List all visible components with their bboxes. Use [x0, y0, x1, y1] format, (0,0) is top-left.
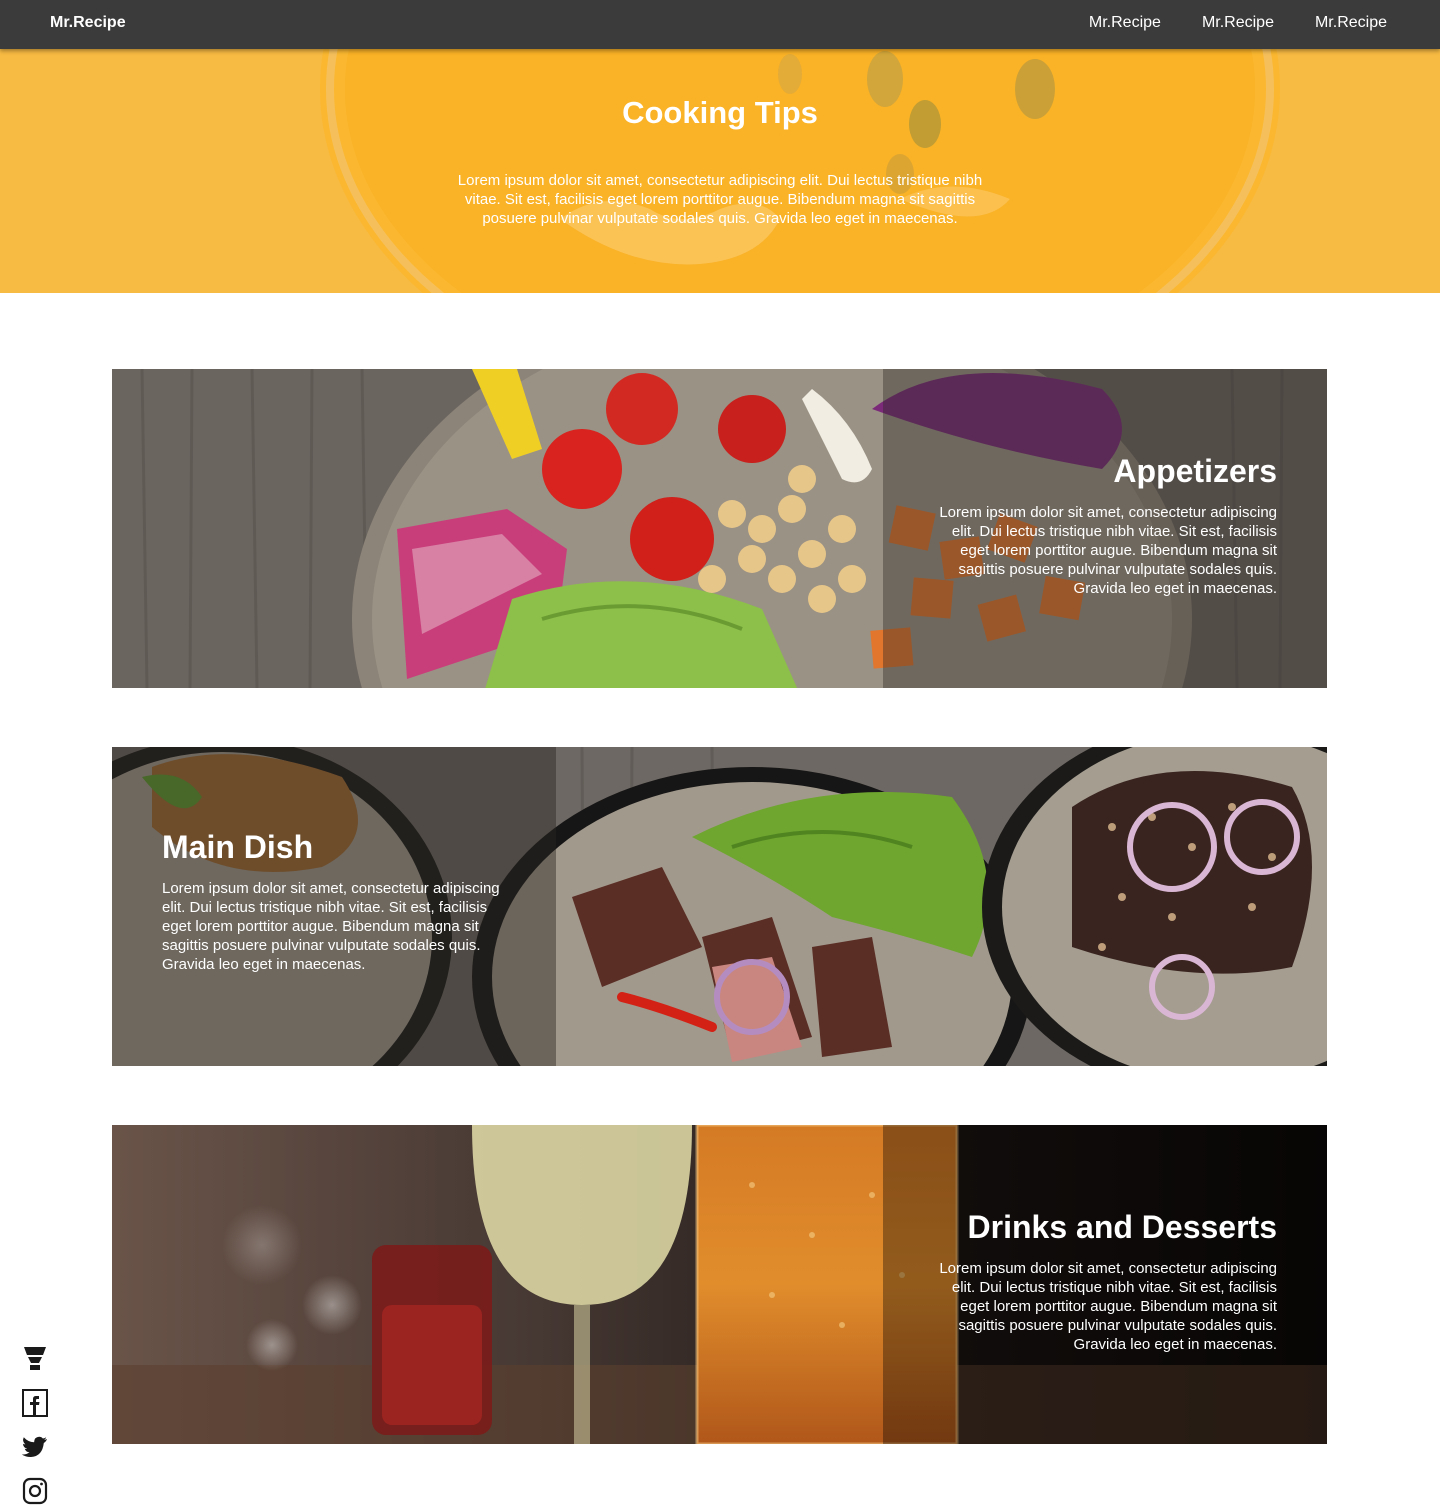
instagram-icon[interactable]: [21, 1476, 49, 1506]
nav-link-3[interactable]: Mr.Recipe: [1315, 14, 1387, 32]
navbar: Mr.Recipe Mr.Recipe Mr.Recipe Mr.Recipe: [0, 0, 1440, 49]
social-links: [21, 1344, 49, 1510]
brand-logo[interactable]: Mr.Recipe: [50, 14, 126, 32]
hero-description: Lorem ipsum dolor sit amet, consectetur …: [457, 172, 983, 227]
section-description: Lorem ipsum dolor sit amet, consectetur …: [939, 1260, 1277, 1353]
section-description: Lorem ipsum dolor sit amet, consectetur …: [939, 504, 1277, 597]
nav-links: Mr.Recipe Mr.Recipe Mr.Recipe: [1089, 14, 1387, 32]
nav-link-1[interactable]: Mr.Recipe: [1089, 14, 1161, 32]
hero-banner: Cooking Tips Lorem ipsum dolor sit amet,…: [0, 49, 1440, 293]
hero-title: Cooking Tips: [622, 95, 818, 130]
section-title: Appetizers: [1113, 453, 1277, 489]
section-main-dish[interactable]: Main Dish Lorem ipsum dolor sit amet, co…: [112, 747, 1327, 1066]
facebook-icon[interactable]: [21, 1388, 49, 1418]
section-drinks-desserts[interactable]: Drinks and Desserts Lorem ipsum dolor si…: [112, 1125, 1327, 1444]
twitter-icon[interactable]: [21, 1432, 49, 1462]
cocktail-icon[interactable]: [21, 1344, 49, 1374]
section-title: Drinks and Desserts: [967, 1209, 1277, 1245]
section-appetizers[interactable]: Appetizers Lorem ipsum dolor sit amet, c…: [112, 369, 1327, 688]
section-title: Main Dish: [162, 829, 314, 865]
section-description: Lorem ipsum dolor sit amet, consectetur …: [162, 880, 500, 973]
nav-link-2[interactable]: Mr.Recipe: [1202, 14, 1274, 32]
